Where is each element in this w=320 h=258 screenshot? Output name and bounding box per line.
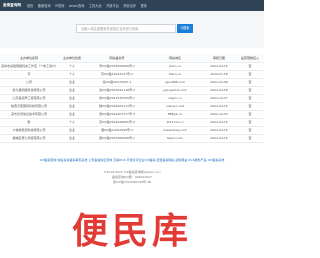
cell-domain[interactable]: huawelcaig.com [148,126,202,135]
nav-item-icp-query[interactable]: 备案查询 [38,3,51,8]
cell-unit[interactable]: 新九星网络科技有限公司 [0,86,58,95]
cell-nature: 企业 [58,78,86,87]
cell-date: 2024-04-16 [202,126,236,135]
cell-date: 2024-04-16 [202,134,236,143]
nav-item-whois[interactable]: whois查询 [69,3,85,8]
cell-nature: 企业 [58,102,86,111]
table-header-row: 主办单位名称 主办单位性质 网站备案号 网站域名 审核日期 是否限制接入 [0,54,264,63]
cell-domain[interactable]: jkaro.cn [148,62,202,71]
search-input[interactable]: 请输入域名或备案号或单位名称进行查询 [76,24,176,33]
nav-item-open-platform[interactable]: 开放平台 [106,3,119,8]
cell-license: 苏ICP备19014127号-2 [86,70,148,79]
cell-domain[interactable]: fdecs.cn [148,70,202,79]
cell-restricted: 否 [236,118,264,127]
cell-date: 2024-04-16 [202,62,236,71]
column-header-restricted: 是否限制接入 [236,54,264,63]
column-header-nature: 主办单位性质 [58,54,86,63]
cell-nature: 个人 [58,118,86,127]
cell-unit[interactable]: 沙信新能源科技有限公司 [0,126,58,135]
cell-domain[interactable]: 888gdi.cn [148,110,202,119]
cell-license: 渝ICP备2023022118号-4 [86,86,148,95]
cell-domain[interactable]: fwpsc.com [148,134,202,143]
cell-license: 粤ICP备2024056899号-1 [86,62,148,71]
cell-license: 渝ICP备20076097-1 [86,78,148,87]
cell-date: 2023-10-27 [202,94,236,103]
cell-restricted: 否 [236,134,264,143]
cell-license: 湘ICP备19001990号-3 [86,126,148,135]
nav-item-ip-query[interactable]: IP查询 [55,3,64,8]
cell-unit[interactable]: 公司 [0,78,58,87]
table-row: 宇 个人 苏ICP备19014127号-2 fdecs.cn 2019-07-1… [0,70,264,79]
footer-icp-license[interactable]: 浙ICP备2023086138号-4B [0,180,264,185]
cell-nature: 企业 [58,110,86,119]
cell-unit[interactable]: 深市光谱信息技术有限公司 [0,110,58,119]
cell-domain[interactable]: xianyun.net [148,102,202,111]
cell-unit[interactable]: 山东恒德厚工贸有限公司 [0,94,58,103]
cell-date: 2024-04-18 [202,86,236,95]
search-button[interactable]: Q搜索 [177,24,193,33]
table-row: 深圳市喜锦网络科技工作室（个体工商户） 个人 粤ICP备2024056899号-… [0,62,264,71]
watermark-logo: 便民库 [71,211,192,252]
cell-restricted: 否 [236,86,264,95]
table-row: 沙信新能源科技有限公司 企业 湘ICP备19001990号-3 huawelca… [0,126,264,135]
icp-record-table: 主办单位名称 主办单位性质 网站备案号 网站域名 审核日期 是否限制接入 深圳市… [0,54,264,143]
top-nav-bar: 备案查询网 首页 备案查询 IP查询 whois查询 工具大全 开放平台 商务合… [0,0,264,11]
cell-unit[interactable]: 福城区惠仁商贸有限公司 [0,134,58,143]
cell-unit[interactable]: 陕西灵豪国际科技有限公司 [0,102,58,111]
cell-domain[interactable]: 1f41111.cn [148,118,202,127]
cell-nature: 企业 [58,134,86,143]
cell-restricted: 否 [236,94,264,103]
cell-license: 赣ICP备2023008598号-1 [86,134,148,143]
cell-nature: 个人 [58,70,86,79]
nav-item-home[interactable]: 首页 [27,3,33,8]
cell-nature: 企业 [58,126,86,135]
cell-nature: 个人 [58,62,86,71]
main-nav: 首页 备案查询 IP查询 whois查询 工具大全 开放平台 商务合作 更多 [27,3,147,8]
cell-restricted: 否 [236,102,264,111]
cell-date: 2024-04-16 [202,118,236,127]
table-row: 山东恒德厚工贸有限公司 企业 鲁ICP备2023135505号-1 sdjym.… [0,94,264,103]
cell-restricted: 否 [236,62,264,71]
nav-item-business[interactable]: 商务合作 [123,3,136,8]
cell-date: 2021-04-08 [202,78,236,87]
cell-restricted: 否 [236,126,264,135]
cell-unit[interactable]: 深圳市喜锦网络科技工作室（个体工商户） [0,62,58,71]
column-header-domain: 网站域名 [148,54,202,63]
cell-restricted: 否 [236,70,264,79]
cell-date: 2022-10-20 [202,110,236,119]
nav-item-more[interactable]: 更多 [141,3,147,8]
cell-domain[interactable]: sdjym.cn [148,94,202,103]
table-row: 福城区惠仁商贸有限公司 企业 赣ICP备2023008598号-1 fwpsc.… [0,134,264,143]
column-header-date: 审核日期 [202,54,236,63]
cell-date: 2019-07-18 [202,70,236,79]
cell-unit[interactable]: 鹏 [0,118,58,127]
cell-nature: 企业 [58,94,86,103]
cell-license: 陕ICP备2024005113号-2 [86,102,148,111]
cell-unit[interactable]: 宇 [0,70,58,79]
table-row: 深市光谱信息技术有限公司 企业 浙ICP备2022007277号-3 888gd… [0,110,264,119]
cell-license: 京ICP备2022026805号-3 [86,118,148,127]
column-header-unit: 主办单位名称 [0,54,58,63]
table-row: 新九星网络科技有限公司 企业 渝ICP备2023022118号-4 yjxing… [0,86,264,95]
cell-date: 2024-04-16 [202,102,236,111]
table-row: 陕西灵豪国际科技有限公司 企业 陕ICP备2024005113号-2 xiany… [0,102,264,111]
cell-domain[interactable]: zgxy888.com [148,78,202,87]
cell-license: 鲁ICP备2023135505号-1 [86,94,148,103]
cell-nature: 企业 [58,86,86,95]
site-logo[interactable]: 备案查询网 [3,3,21,8]
footer-links[interactable]: ICP备案查询 域名投资备案审查系统 公安备案信息查询 互联IPv6 行政许可企… [0,158,264,162]
nav-item-tools[interactable]: 工具大全 [89,3,102,8]
cell-restricted: 否 [236,78,264,87]
cell-domain[interactable]: yjxingstore.com [148,86,202,95]
footer-info: ©2018-2022 ICP备案查询网(beianx.cn) 备案查询QQ群：9… [0,170,264,184]
table-row: 鹏 个人 京ICP备2022026805号-3 1f41111.cn 2024-… [0,118,264,127]
table-row: 公司 企业 渝ICP备20076097-1 zgxy888.com 2021-0… [0,78,264,87]
cell-license: 浙ICP备2022007277号-3 [86,110,148,119]
cell-restricted: 否 [236,110,264,119]
column-header-license: 网站备案号 [86,54,148,63]
